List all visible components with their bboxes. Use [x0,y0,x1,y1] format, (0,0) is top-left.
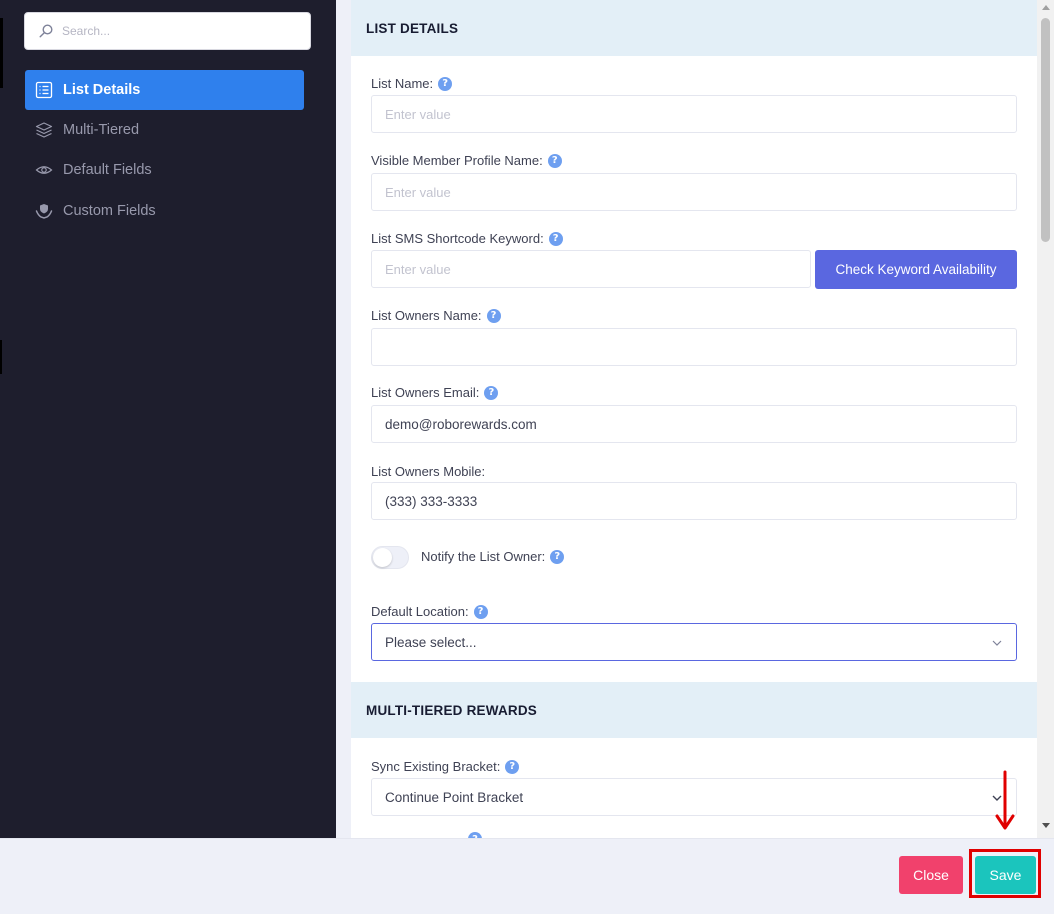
search-input[interactable] [62,24,292,38]
arrow-down-annotation-icon [995,770,1015,830]
owners-name-input[interactable] [371,328,1017,366]
label-text: List SMS Shortcode Keyword: [371,231,544,246]
select-value: Continue Point Bracket [385,789,524,805]
sidebar-edge [0,18,3,88]
sidebar-item-multi-tiered[interactable]: Multi-Tiered [25,110,304,150]
default-location-select[interactable]: Please select... [371,623,1017,661]
help-icon[interactable]: ? [473,604,488,619]
label-text: Notify the List Owner: [421,549,546,564]
field-label-visible-name: Visible Member Profile Name: ? [371,153,562,168]
toggle-knob [373,548,392,567]
field-label-sync-bracket: Sync Existing Bracket: ? [371,759,520,774]
help-icon[interactable]: ? [438,76,453,91]
help-icon[interactable]: ? [486,308,501,323]
label-text: List Name: [371,76,434,91]
sidebar-item-custom-fields[interactable]: Custom Fields [25,191,304,231]
sidebar-item-label: Multi-Tiered [63,122,140,138]
label-text: Visible Member Profile Name: [371,153,543,168]
list-name-input[interactable] [371,95,1017,133]
visible-name-input[interactable] [371,173,1017,211]
select-value: Please select... [385,634,477,650]
section-header-multi-tiered: MULTI-TIERED REWARDS [351,682,1037,738]
check-keyword-button[interactable]: Check Keyword Availability [815,250,1017,289]
help-icon[interactable]: ? [548,231,563,246]
list-details-panel [351,56,1037,682]
label-text: Sync Existing Bracket: [371,759,501,774]
field-label-sms-keyword: List SMS Shortcode Keyword: ? [371,231,563,246]
search-icon [39,24,53,38]
field-label-list-name: List Name: ? [371,76,453,91]
help-icon[interactable]: ? [505,759,520,774]
close-button[interactable]: Close [899,856,963,894]
scrollbar[interactable] [1037,0,1054,838]
sidebar-item-list-details[interactable]: List Details [25,70,304,110]
owners-email-input[interactable] [371,405,1017,443]
field-label-owners-mobile: List Owners Mobile: [371,464,485,479]
layers-icon [35,121,53,139]
help-icon[interactable]: ? [484,385,499,400]
scroll-thumb[interactable] [1041,18,1050,242]
sidebar-item-default-fields[interactable]: Default Fields [25,150,304,190]
hands-shield-icon [35,202,53,220]
save-button[interactable]: Save [975,856,1036,894]
modal-footer [0,838,1054,914]
sidebar-item-label: Default Fields [63,162,152,178]
scroll-down-arrow-icon[interactable] [1042,823,1050,828]
sms-keyword-input[interactable] [371,250,811,288]
field-label-owners-email: List Owners Email: ? [371,385,499,400]
chevron-down-icon [992,640,1002,646]
form-content[interactable]: LIST DETAILS List Name: ? Visible Member… [336,0,1037,838]
sidebar-item-label: List Details [63,82,141,98]
field-label-notify-owner: Notify the List Owner: ? [421,549,565,564]
owners-mobile-input[interactable] [371,482,1017,520]
list-icon [35,81,53,99]
field-label-owners-name: List Owners Name: ? [371,308,501,323]
label-text: List Owners Email: [371,385,480,400]
notify-owner-toggle[interactable] [371,546,409,569]
help-icon[interactable]: ? [547,153,562,168]
sidebar: List Details Multi-Tiered Default Fields [0,0,336,838]
label-text: Default Location: [371,604,469,619]
sidebar-item-label: Custom Fields [63,203,156,219]
eye-icon [35,161,53,179]
sidebar-edge [0,340,2,374]
scroll-up-arrow-icon[interactable] [1042,5,1050,10]
label-text: List Owners Mobile: [371,464,486,479]
sync-bracket-select[interactable]: Continue Point Bracket [371,778,1017,816]
help-icon[interactable]: ? [550,549,565,564]
label-text: List Owners Name: [371,308,482,323]
field-label-default-location: Default Location: ? [371,604,488,619]
section-header-list-details: LIST DETAILS [351,0,1037,56]
sidebar-search[interactable] [24,12,311,50]
